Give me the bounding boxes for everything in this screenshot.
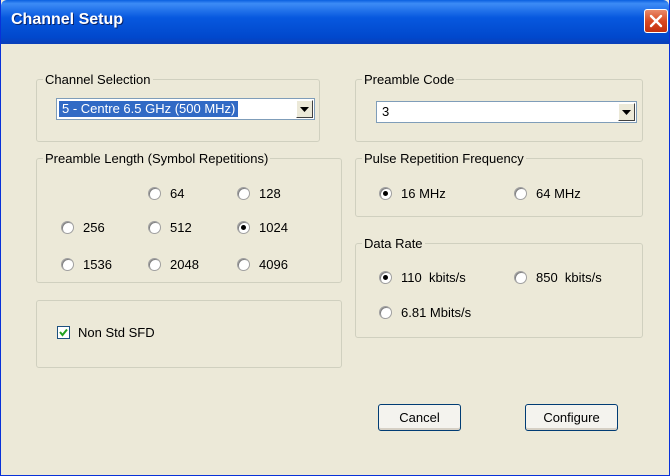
data-rate-850k[interactable]: 850 kbits/s bbox=[514, 270, 602, 285]
radio-label: 512 bbox=[170, 220, 192, 235]
channel-setup-dialog: Channel Setup Channel Selection 5 - Cent… bbox=[0, 0, 670, 476]
data-rate-6.81m[interactable]: 6.81 Mbits/s bbox=[379, 305, 471, 320]
radio-110k[interactable] bbox=[379, 271, 392, 284]
radio-256[interactable] bbox=[61, 221, 74, 234]
radio-16mhz[interactable] bbox=[379, 187, 392, 200]
radio-1024[interactable] bbox=[237, 221, 250, 234]
radio-label: 16 MHz bbox=[401, 186, 446, 201]
radio-label: 128 bbox=[259, 186, 281, 201]
preamble-length-1536[interactable]: 1536 bbox=[61, 257, 112, 272]
radio-64[interactable] bbox=[148, 187, 161, 200]
radio-label: 64 bbox=[170, 186, 185, 201]
radio-label: 64 MHz bbox=[536, 186, 581, 201]
data-rate-legend: Data Rate bbox=[364, 236, 423, 251]
preamble-code-value: 3 bbox=[382, 104, 390, 119]
radio-1536[interactable] bbox=[61, 258, 74, 271]
title-bar[interactable]: Channel Setup bbox=[1, 0, 669, 44]
non-std-sfd-checkbox[interactable]: Non Std SFD bbox=[57, 325, 155, 340]
prf-legend: Pulse Repetition Frequency bbox=[364, 151, 524, 166]
channel-dropdown-button[interactable] bbox=[296, 100, 313, 118]
data-rate-110k[interactable]: 110 kbits/s bbox=[379, 270, 466, 285]
radio-4096[interactable] bbox=[237, 258, 250, 271]
channel-selection-legend: Channel Selection bbox=[45, 72, 151, 87]
preamble-length-128[interactable]: 128 bbox=[237, 186, 281, 201]
channel-select-value: 5 - Centre 6.5 GHz (500 MHz) bbox=[59, 101, 239, 117]
checkbox-box[interactable] bbox=[57, 326, 70, 339]
cancel-button[interactable]: Cancel bbox=[378, 404, 461, 431]
prf-64mhz[interactable]: 64 MHz bbox=[514, 186, 581, 201]
preamble-code-dropdown-button[interactable] bbox=[618, 103, 635, 121]
data-rate-group: Data Rate bbox=[355, 236, 643, 338]
checkmark-icon bbox=[59, 328, 68, 337]
preamble-length-2048[interactable]: 2048 bbox=[148, 257, 199, 272]
radio-850k[interactable] bbox=[514, 271, 527, 284]
preamble-code-select[interactable]: 3 bbox=[376, 101, 637, 123]
close-icon bbox=[649, 14, 663, 28]
preamble-length-64[interactable]: 64 bbox=[148, 186, 184, 201]
preamble-length-256[interactable]: 256 bbox=[61, 220, 105, 235]
radio-681m[interactable] bbox=[379, 306, 392, 319]
channel-select[interactable]: 5 - Centre 6.5 GHz (500 MHz) bbox=[56, 98, 315, 120]
radio-label: 256 bbox=[83, 220, 105, 235]
preamble-length-1024[interactable]: 1024 bbox=[237, 220, 288, 235]
radio-64mhz[interactable] bbox=[514, 187, 527, 200]
chevron-down-icon bbox=[622, 110, 631, 115]
radio-label: 1536 bbox=[83, 257, 112, 272]
preamble-code-legend: Preamble Code bbox=[364, 72, 455, 87]
radio-label: 1024 bbox=[259, 220, 288, 235]
radio-label: 2048 bbox=[170, 257, 199, 272]
chevron-down-icon bbox=[300, 107, 309, 112]
checkbox-label: Non Std SFD bbox=[78, 325, 155, 340]
radio-label: 850 kbits/s bbox=[536, 270, 602, 285]
preamble-length-4096[interactable]: 4096 bbox=[237, 257, 288, 272]
radio-128[interactable] bbox=[237, 187, 250, 200]
preamble-length-legend: Preamble Length (Symbol Repetitions) bbox=[45, 151, 269, 166]
radio-label: 110 kbits/s bbox=[401, 270, 466, 285]
preamble-length-512[interactable]: 512 bbox=[148, 220, 192, 235]
radio-label: 6.81 Mbits/s bbox=[401, 305, 472, 320]
radio-512[interactable] bbox=[148, 221, 161, 234]
prf-group: Pulse Repetition Frequency bbox=[355, 151, 643, 217]
prf-16mhz[interactable]: 16 MHz bbox=[379, 186, 446, 201]
configure-button[interactable]: Configure bbox=[525, 404, 618, 431]
window-title: Channel Setup bbox=[11, 11, 124, 28]
radio-2048[interactable] bbox=[148, 258, 161, 271]
radio-label: 4096 bbox=[259, 257, 288, 272]
close-button[interactable] bbox=[644, 9, 668, 33]
